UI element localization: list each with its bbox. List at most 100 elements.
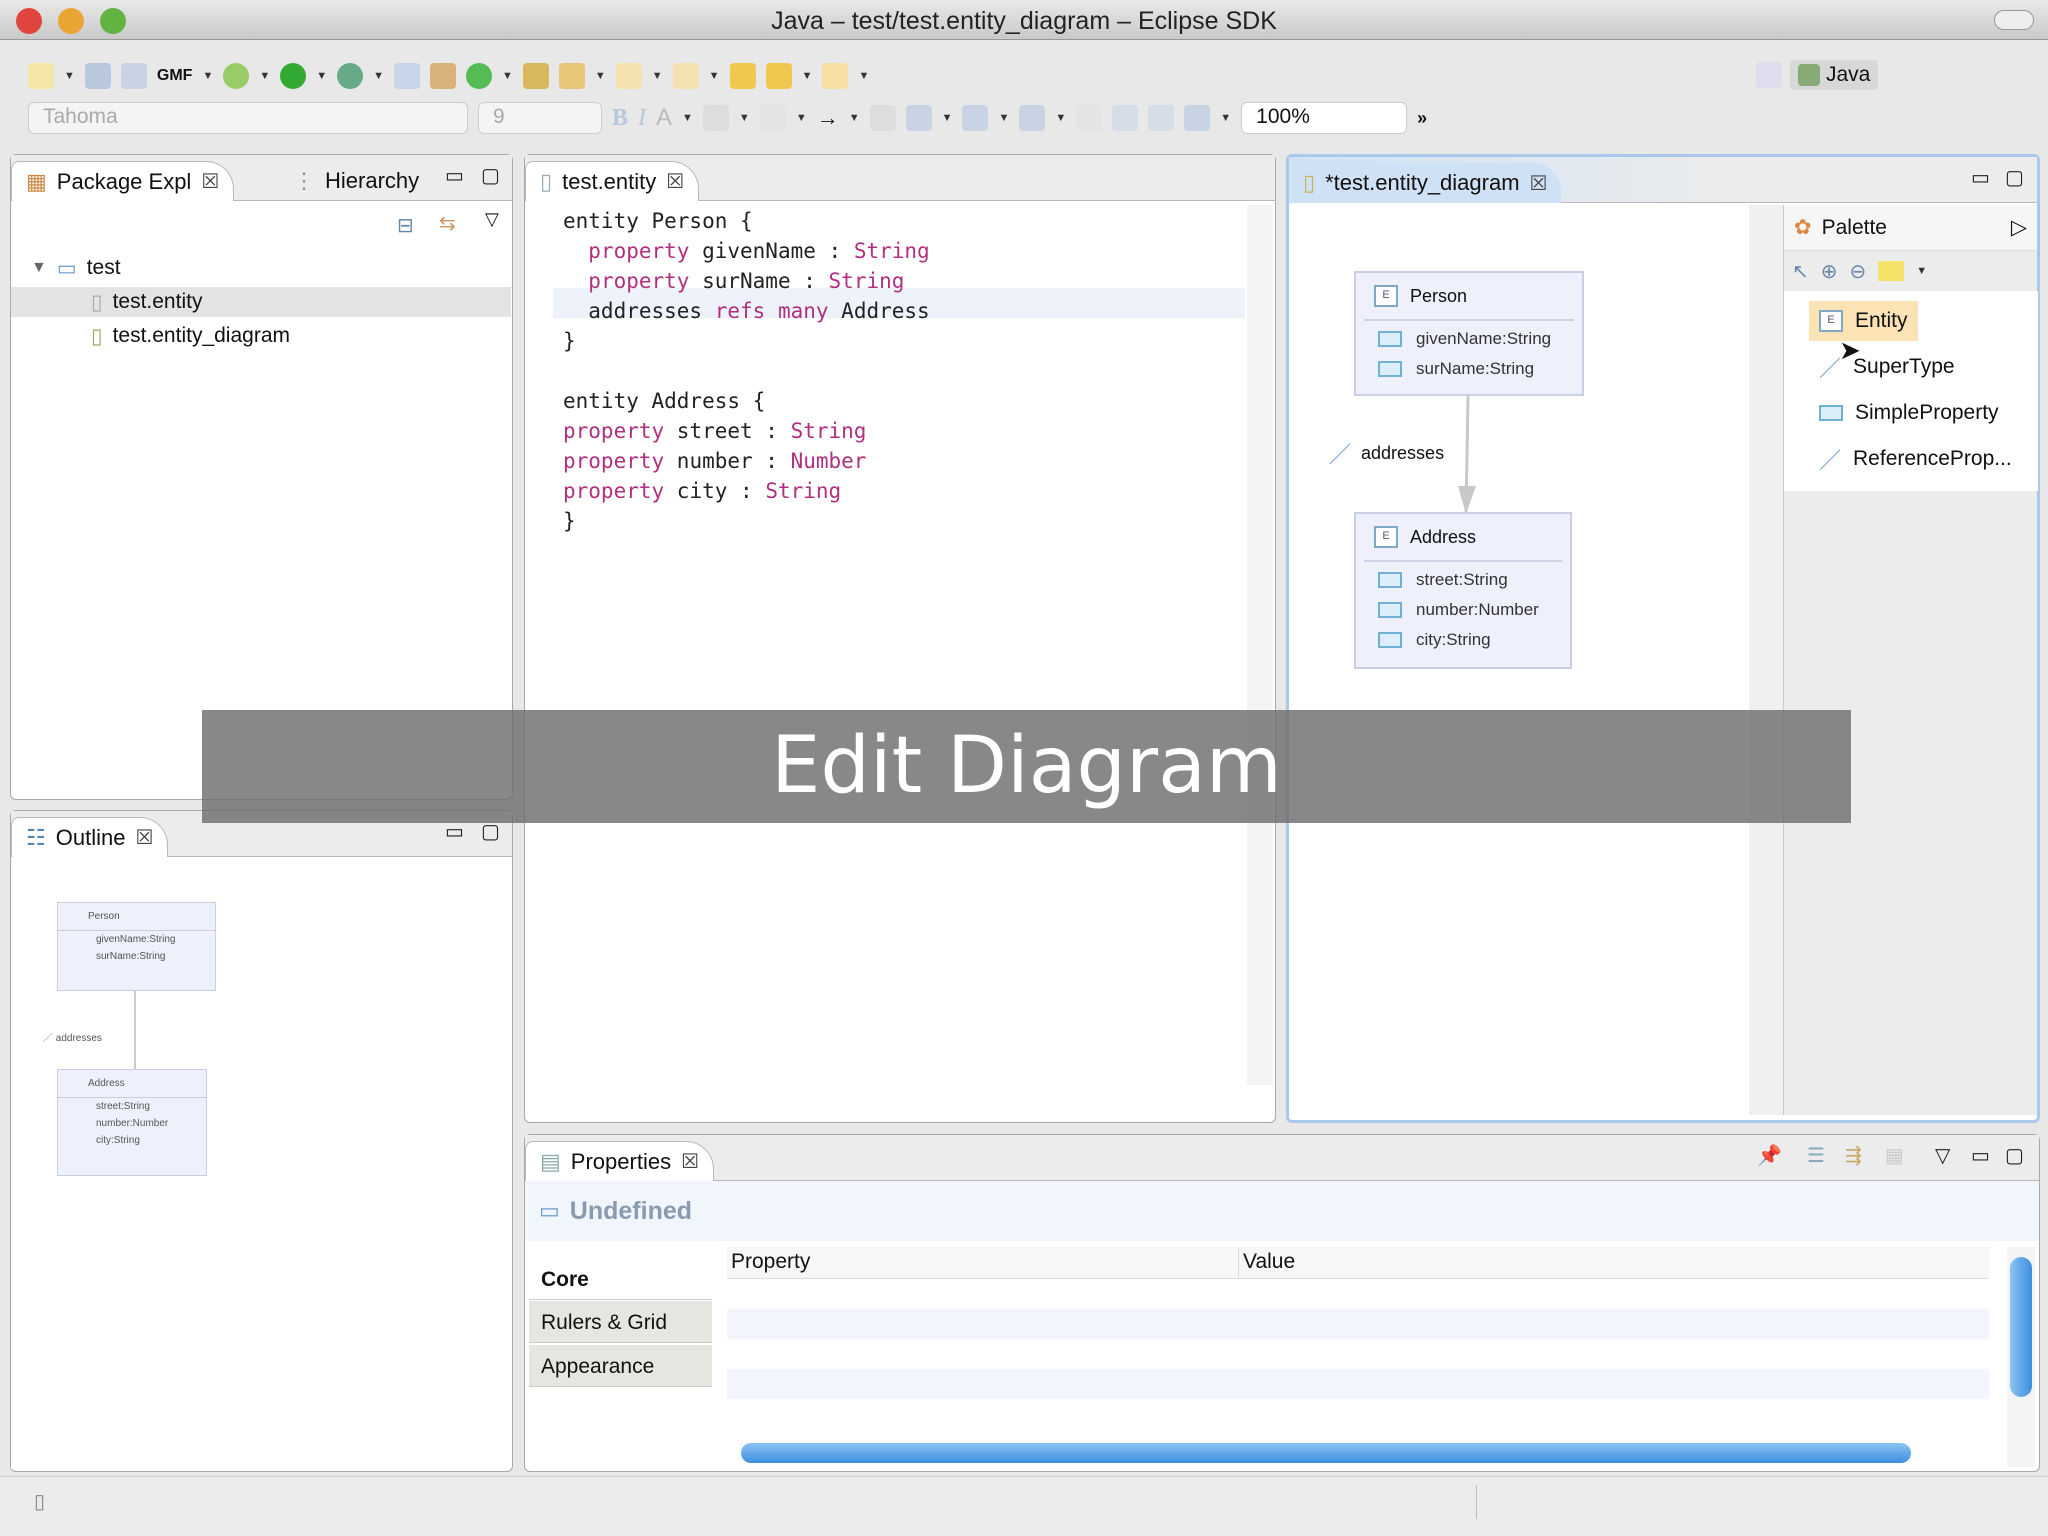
close-icon[interactable]: ☒ [681,1149,699,1174]
font-color-icon[interactable]: A [656,104,672,132]
auto-size-icon[interactable] [1076,105,1103,131]
zoom-out-icon[interactable]: ⊖ [1850,259,1867,284]
view-menu-icon[interactable]: ▽ [485,209,499,230]
keyword: String [790,419,867,443]
diagram-canvas[interactable]: E Person givenName:String surName:String … [1289,205,1749,1115]
vertical-scrollbar[interactable] [2007,1247,2035,1467]
tab-entity-diagram[interactable]: ▯ *test.entity_diagram ☒ [1289,163,1562,203]
minimize-icon[interactable]: ▭ [1971,1143,1990,1168]
line-width-icon[interactable] [1184,105,1211,131]
open-perspective-icon[interactable] [1756,62,1782,88]
align-icon[interactable] [962,105,989,131]
tab-properties[interactable]: ▤ Properties ☒ [525,1141,715,1181]
gmf-menu-button[interactable]: GMF [157,67,193,85]
palette-item-reference-property[interactable]: ／ ReferenceProp... [1809,439,2022,479]
note-icon[interactable] [1878,261,1905,281]
expand-icon[interactable]: ▼ [31,259,47,277]
restore-default-icon[interactable]: ▦ [1885,1143,1904,1168]
tab-outline[interactable]: ☷ Outline ☒ [11,817,169,857]
property-item[interactable]: number:Number [1356,595,1570,625]
new-class-icon[interactable] [466,63,492,89]
close-icon[interactable]: ☒ [201,169,219,194]
minimize-icon[interactable]: ▭ [1971,165,1990,190]
zoom-in-icon[interactable]: ⊕ [1821,259,1838,284]
horizontal-scrollbar-thumb[interactable] [741,1443,1911,1463]
previous-annotation-icon[interactable] [672,63,699,89]
tab-hierarchy[interactable]: ⋮ Hierarchy [279,161,433,201]
palette-item-supertype[interactable]: ／ SuperType [1809,347,1965,387]
font-size-select[interactable]: 9 [478,102,602,134]
new-java-project-icon[interactable] [394,63,420,89]
vertical-scrollbar-thumb[interactable] [2010,1257,2032,1397]
maximize-icon[interactable]: ▢ [2005,1143,2024,1168]
property-item[interactable]: street:String [1356,562,1570,595]
select-tool-icon[interactable]: ↖ [1792,259,1809,284]
categories-icon[interactable]: ☰ [1807,1143,1825,1168]
tree-item-project[interactable]: ▼ ▭ test [31,253,121,283]
line-style-icon[interactable]: → [817,105,839,131]
run-icon[interactable] [280,63,307,89]
collapse-all-icon[interactable]: ⊟ [397,213,414,238]
search-icon[interactable] [558,63,585,89]
size-icon[interactable] [1019,105,1046,131]
debug-icon[interactable] [223,63,250,89]
arrange-all-icon[interactable] [905,105,932,131]
forward-icon[interactable] [822,63,849,89]
line-color-icon[interactable] [759,105,786,131]
palette-item-entity[interactable]: E Entity [1809,301,1918,341]
tab-package-explorer[interactable]: ▦ Package Expl ☒ [11,161,235,201]
keyword: property [563,419,665,443]
collapse-palette-icon[interactable]: ▷ [2011,215,2027,240]
tab-core[interactable]: Core [529,1258,712,1300]
zoom-select[interactable]: 100% [1241,102,1408,134]
code-area[interactable]: entity Person { property givenName : Str… [553,205,1245,1085]
entity-person[interactable]: E Person givenName:String surName:String [1354,271,1584,396]
tab-rulers-grid[interactable]: Rulers & Grid [529,1301,712,1343]
close-icon[interactable]: ☒ [135,825,153,850]
filter-icon[interactable]: ⇶ [1845,1143,1862,1168]
external-tools-icon[interactable] [337,63,364,89]
next-annotation-icon[interactable] [615,63,642,89]
link-with-editor-icon[interactable]: ⇆ [439,211,456,236]
new-icon[interactable] [28,63,54,89]
view-menu-icon[interactable]: ▽ [1935,1143,1950,1168]
delete-from-diagram-icon[interactable] [1148,105,1175,131]
minimize-icon[interactable]: ▭ [445,163,464,188]
select-all-icon[interactable] [869,105,896,131]
italic-icon[interactable]: I [638,105,646,132]
maximize-icon[interactable]: ▢ [2005,165,2024,190]
outline-thumbnail[interactable]: Person givenName:String surName:String ／… [11,861,327,1469]
font-name-select[interactable]: Tahoma [28,102,468,134]
save-icon[interactable] [84,63,111,89]
more-toolbar-button[interactable]: » [1417,108,1427,129]
entity-address[interactable]: E Address street:String number:Number cit… [1354,512,1572,669]
column-header-value[interactable]: Value [1239,1247,1299,1278]
close-icon[interactable]: ☒ [1530,171,1548,196]
new-package-icon[interactable] [430,63,456,89]
property-item[interactable]: city:String [1356,625,1570,655]
tab-test-entity[interactable]: ▯ test.entity ☒ [525,161,700,201]
bold-icon[interactable]: B [612,105,628,132]
maximize-icon[interactable]: ▢ [481,163,500,188]
reference-label[interactable]: ／ addresses [1329,437,1444,469]
property-item[interactable]: givenName:String [1356,321,1582,354]
fill-color-icon[interactable] [702,105,729,131]
back-icon[interactable] [765,63,792,89]
fast-view-icon[interactable]: ▯ [34,1489,45,1514]
pin-icon[interactable]: 📌 [1757,1143,1782,1168]
tab-appearance[interactable]: Appearance [529,1345,712,1387]
reference-icon: ／ [1329,442,1352,467]
print-icon[interactable] [120,63,147,89]
palette-item-simple-property[interactable]: SimpleProperty [1809,393,2009,433]
toolbar-toggle-button[interactable] [1994,10,2034,30]
open-type-icon[interactable] [522,63,549,89]
tree-item-file[interactable]: ▯ test.entity [11,287,511,317]
reference-connection[interactable] [1449,396,1479,516]
route-icon[interactable] [1112,105,1139,131]
close-icon[interactable]: ☒ [666,169,684,194]
java-perspective-button[interactable]: Java [1790,60,1879,90]
tree-item-file[interactable]: ▯ test.entity_diagram [91,321,290,351]
property-item[interactable]: surName:String [1356,354,1582,384]
column-header-property[interactable]: Property [727,1247,1239,1278]
last-edit-icon[interactable] [729,63,756,89]
